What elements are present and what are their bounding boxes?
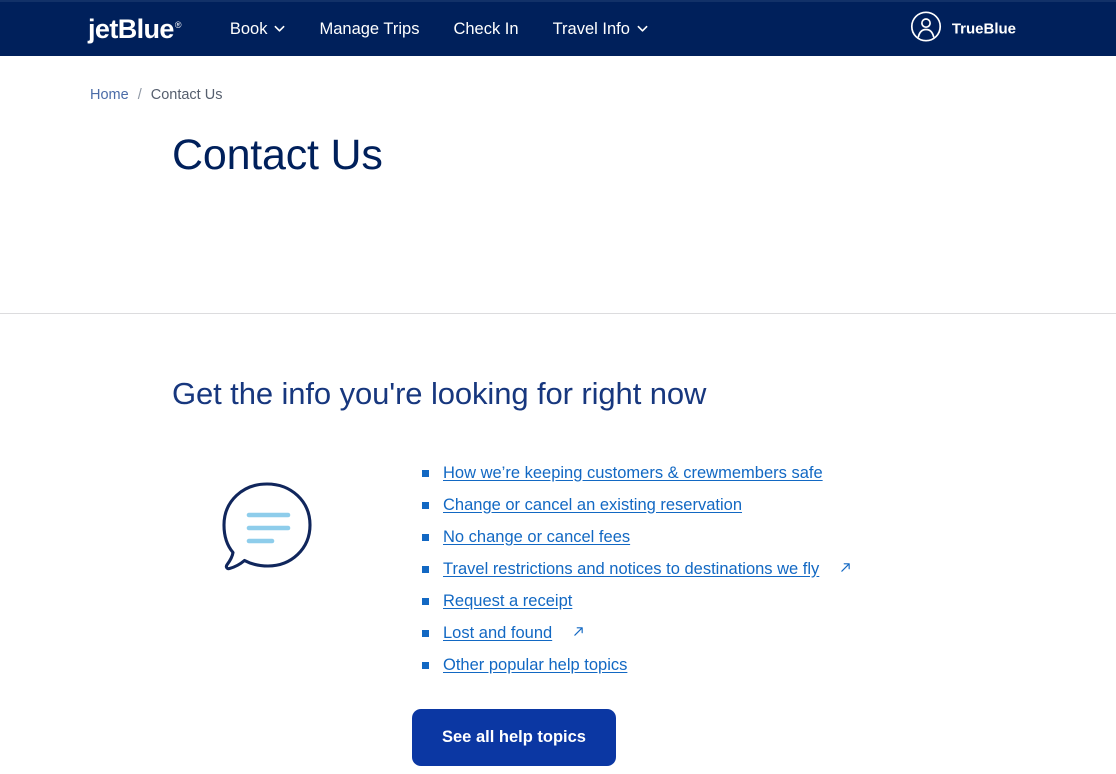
bullet-icon	[422, 597, 429, 605]
bullet-icon	[422, 565, 429, 573]
bullet-icon	[422, 533, 429, 541]
nav-item-travel-info[interactable]: Travel Info	[536, 14, 665, 45]
see-all-help-topics-button[interactable]: See all help topics	[412, 709, 616, 766]
help-link[interactable]: Change or cancel an existing reservation	[443, 496, 742, 515]
help-links-list: How we’re keeping customers & crewmember…	[422, 457, 851, 681]
external-link-icon	[573, 624, 584, 642]
bullet-icon	[422, 469, 429, 477]
page-title: Contact Us	[172, 131, 383, 179]
list-item: Change or cancel an existing reservation	[422, 489, 851, 521]
breadcrumb-item-home[interactable]: Home	[90, 87, 129, 103]
help-content-row: How we’re keeping customers & crewmember…	[172, 457, 1116, 681]
list-item: Other popular help topics	[422, 649, 851, 681]
external-link-icon	[840, 560, 851, 578]
help-link[interactable]: Lost and found	[443, 624, 552, 643]
cta-row: See all help topics	[172, 709, 1116, 766]
bullet-icon	[422, 501, 429, 509]
list-item: Lost and found	[422, 617, 851, 649]
list-item: How we’re keeping customers & crewmember…	[422, 457, 851, 489]
main-nav: Book Manage Trips Check In Travel Info	[213, 14, 665, 45]
site-header: jetBlue® Book Manage Trips Check In Trav…	[0, 0, 1116, 56]
help-link[interactable]: Travel restrictions and notices to desti…	[443, 560, 819, 579]
nav-item-check-in[interactable]: Check In	[436, 14, 535, 45]
logo-text: jetBlue	[88, 13, 174, 44]
list-item: Travel restrictions and notices to desti…	[422, 553, 851, 585]
list-item: Request a receipt	[422, 585, 851, 617]
bullet-icon	[422, 661, 429, 669]
section-title: Get the info you're looking for right no…	[172, 376, 707, 411]
chevron-down-icon	[274, 23, 285, 34]
nav-item-label: Check In	[453, 19, 519, 38]
breadcrumb-separator: /	[137, 87, 142, 103]
help-link[interactable]: No change or cancel fees	[443, 528, 630, 547]
nav-item-label: Manage Trips	[319, 19, 420, 38]
hero-section: Contact Us	[0, 103, 1116, 313]
jetblue-logo[interactable]: jetBlue®	[88, 13, 182, 44]
nav-item-book[interactable]: Book	[213, 14, 303, 45]
user-circle-icon	[910, 11, 942, 48]
nav-item-label: Book	[229, 19, 268, 38]
help-link[interactable]: Other popular help topics	[443, 656, 627, 675]
trueblue-label: TrueBlue	[951, 20, 1016, 38]
speech-bubble-icon	[214, 482, 318, 583]
bullet-icon	[422, 629, 429, 637]
help-link[interactable]: How we’re keeping customers & crewmember…	[443, 464, 823, 483]
help-link[interactable]: Request a receipt	[443, 592, 572, 611]
breadcrumb: Home / Contact Us	[90, 87, 1116, 103]
chevron-down-icon	[637, 23, 648, 34]
trueblue-account-button[interactable]: TrueBlue	[910, 11, 1016, 48]
speech-bubble-illustration	[172, 457, 422, 584]
logo-trademark: ®	[174, 19, 182, 30]
help-links-column: How we’re keeping customers & crewmember…	[422, 457, 851, 681]
nav-item-label: Travel Info	[552, 19, 630, 38]
help-section: Get the info you're looking for right no…	[0, 314, 1116, 766]
list-item: No change or cancel fees	[422, 521, 851, 553]
nav-item-manage-trips[interactable]: Manage Trips	[302, 14, 436, 45]
breadcrumb-item-current: Contact Us	[150, 87, 223, 103]
